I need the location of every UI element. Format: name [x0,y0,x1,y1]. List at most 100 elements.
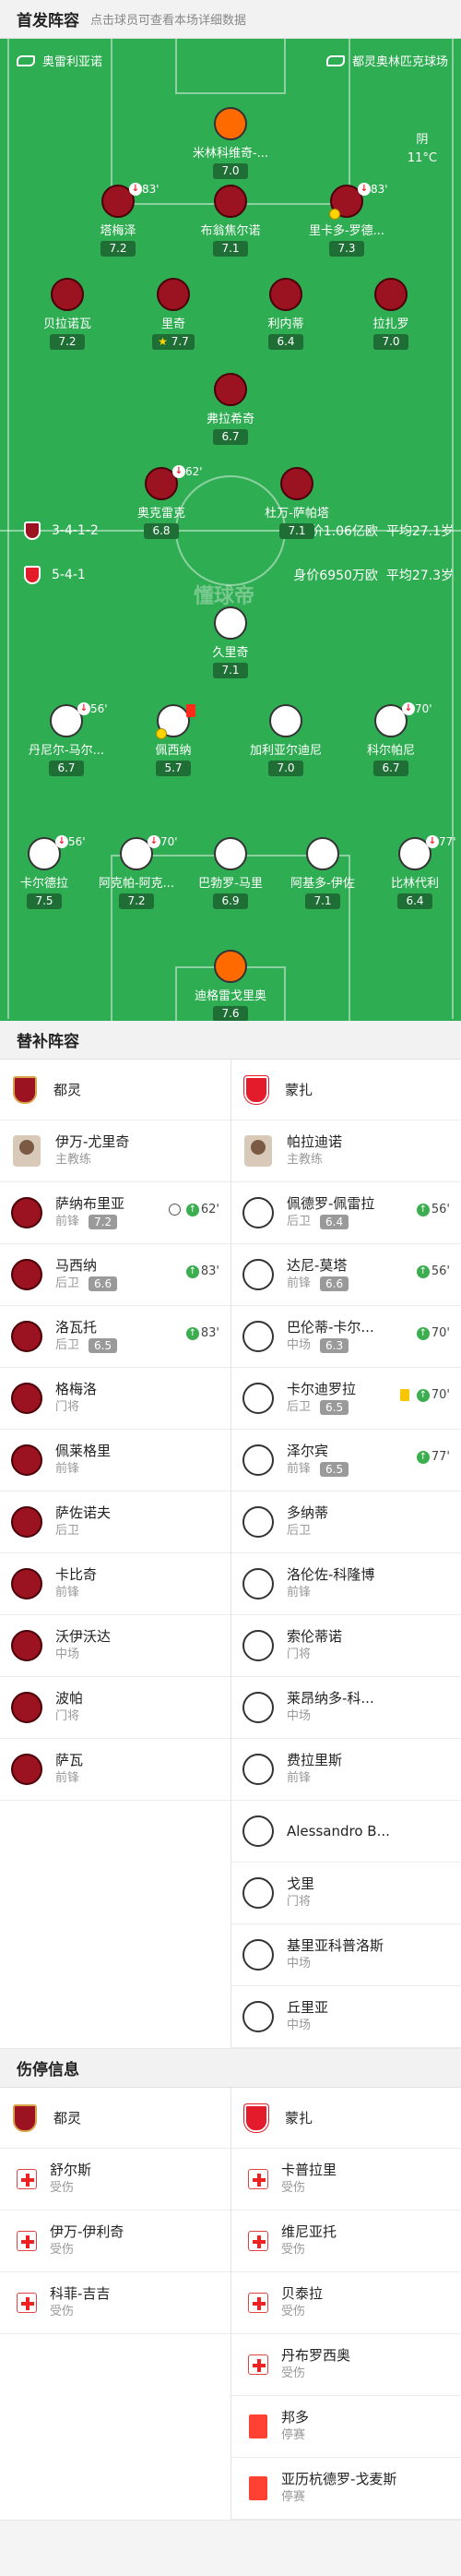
coach-row[interactable]: 伊万-尤里奇 主教练 [0,1120,230,1182]
sub-minute: 70' [431,1326,450,1340]
injury-row[interactable]: 贝泰拉 受伤 [231,2272,461,2334]
sub-minute: 83' [200,1326,219,1340]
player-position: 门将 [55,1398,97,1417]
empty-cell [0,1801,230,1863]
injury-status: 受伤 [50,2305,75,2318]
player-kit-icon [242,1754,274,1785]
player-name: 洛瓦托 [55,1319,98,1336]
sub-player-row[interactable]: 泽尔宾 前锋 6.5 ↑ 77' [231,1430,461,1492]
injury-row[interactable]: 丹布罗西奥 受伤 [231,2334,461,2396]
injury-row[interactable]: 舒尔斯 受伤 [0,2149,230,2211]
player-name: 弗拉希奇 [206,413,254,426]
pitch-player[interactable]: ↓ 77' 比林代利 6.4 [364,835,461,909]
pitch-player[interactable]: ↓ 70' 阿克帕-阿克... 7.2 [86,835,187,909]
injury-row[interactable]: 邦多 停赛 [231,2396,461,2458]
pitch-player[interactable]: 杜万-萨帕塔 7.1 [246,467,348,539]
player-name: 利内蒂 [267,318,304,331]
player-kit-icon [374,278,408,311]
pitch-player[interactable]: 拉扎罗 7.0 [340,278,442,350]
sub-player-row[interactable]: 卡比奇 前锋 [0,1553,230,1615]
temperature-text: 11°C [407,151,437,165]
sub-player-row[interactable]: 波帕 门将 [0,1677,230,1739]
pitch-player[interactable]: ↓ 70' 科尔帕尼 6.7 [340,702,442,776]
team-row[interactable]: 都灵 [0,1060,230,1120]
sub-player-row[interactable]: Alessandro B... [231,1801,461,1863]
sub-on-icon: ↑ [416,1326,430,1340]
pitch-player[interactable]: ↓ 83' 里卡多-罗德... 7.3 [296,183,397,257]
team-row[interactable]: 蒙扎 [231,1060,461,1120]
position-text: 前锋 [287,1771,312,1785]
pitch-player[interactable]: 弗拉希奇 6.7 [180,373,281,445]
injury-status: 受伤 [281,2243,306,2257]
sub-player-row[interactable]: 格梅洛 门将 [0,1368,230,1430]
sub-player-row[interactable]: 基里亚科普洛斯 中场 [231,1924,461,1986]
sub-minute: 83' [371,183,388,196]
sub-player-row[interactable]: 萨佐诺夫 后卫 [0,1492,230,1553]
player-kit-icon [306,837,339,870]
player-kit-icon [269,704,302,737]
coach-row[interactable]: 帕拉迪诺 主教练 [231,1120,461,1182]
pitch-player[interactable]: 迪格雷戈里奥 7.6 [180,950,281,1021]
pitch-player[interactable]: 米林科维奇-... 7.0 [180,107,281,179]
coach-role: 主教练 [55,1153,92,1167]
sub-player-row[interactable]: 丘里亚 中场 [231,1986,461,2048]
sub-on-icon: ↑ [416,1388,430,1402]
sub-player-row[interactable]: 卡尔迪罗拉 后卫 6.5 ↑ 70' [231,1368,461,1430]
monza-logo-icon [244,1075,268,1104]
pitch-player[interactable]: ↓ 56' 丹尼尔-马尔... 6.7 [16,702,117,776]
sub-player-row[interactable]: 戈里 门将 [231,1863,461,1924]
sub-player-row[interactable]: 萨纳布里亚 前锋 7.2 ↑ 62' [0,1182,230,1244]
sub-player-row[interactable]: 洛伦佐-科隆博 前锋 [231,1553,461,1615]
injury-row[interactable]: 维尼亚托 受伤 [231,2211,461,2272]
sub-minute: 56' [68,835,86,848]
player-kit-icon: ↓ 77' [398,835,456,870]
player-rating: 7.0 [213,163,248,179]
sub-player-row[interactable]: 莱昂纳多-科... 中场 [231,1677,461,1739]
pitch-player[interactable]: 久里奇 7.1 [180,606,281,678]
team-name: 都灵 [53,1081,82,1098]
subs-left-column: 都灵 伊万-尤里奇 主教练 萨纳布里亚 前锋 7.2 ↑ 62' 马西纳 后卫 6.6 ↑ 83' 洛… [0,1060,230,2048]
bottom-team-value: 身价6950万欧 平均27.3岁 [293,566,454,584]
player-kit-icon [242,1197,274,1228]
position-text: 中场 [287,1338,312,1352]
sub-player-row[interactable]: 洛瓦托 后卫 6.5 ↑ 83' [0,1306,230,1368]
sub-player-row[interactable]: 费拉里斯 前锋 [231,1739,461,1801]
torino-logo-icon [13,1075,37,1104]
position-text: 后卫 [55,1338,80,1352]
team-row[interactable]: 都灵 [0,2088,230,2149]
player-kit-icon [242,1259,274,1290]
sub-player-row[interactable]: 沃伊沃达 中场 [0,1615,230,1677]
player-position: 中场 [287,1955,384,1973]
position-text: 前锋 [287,1276,312,1290]
pitch-player[interactable]: 阿基多-伊佐 7.1 [272,837,373,909]
sub-player-row[interactable]: 佩德罗-佩雷拉 后卫 6.4 ↑ 56' [231,1182,461,1244]
injury-row[interactable]: 伊万-伊利奇 受伤 [0,2211,230,2272]
sub-player-row[interactable]: 佩莱格里 前锋 [0,1430,230,1492]
pitch-player[interactable]: 布翁焦尔诺 7.1 [180,185,281,257]
yellow-card-icon [156,728,167,739]
injury-row[interactable]: 卡普拉里 受伤 [231,2149,461,2211]
sub-player-row[interactable]: 巴伦蒂-卡尔... 中场 6.3 ↑ 70' [231,1306,461,1368]
pitch-player[interactable]: 里奇 ★ 7.7 [123,278,224,350]
sub-player-row[interactable]: 马西纳 后卫 6.6 ↑ 83' [0,1244,230,1306]
player-position: 前锋 7.2 [55,1213,124,1231]
red-card-icon [186,704,195,717]
sub-player-row[interactable]: 多纳蒂 后卫 [231,1492,461,1553]
sub-player-row[interactable]: 索伦蒂诺 门将 [231,1615,461,1677]
pitch-player[interactable]: 利内蒂 6.4 [235,278,337,350]
injury-row[interactable]: 亚历杭德罗-戈麦斯 停赛 [231,2458,461,2520]
yellow-card-icon [399,1389,409,1401]
pitch-player[interactable]: 贝拉诺瓦 7.2 [17,278,118,350]
pitch-player[interactable]: ↓ 83' 塔梅泽 7.2 [67,183,169,257]
pitch-player[interactable]: ↓ 62' 奥克雷克 6.8 [111,465,212,539]
sub-player-row[interactable]: 萨瓦 前锋 [0,1739,230,1801]
sub-on-icon: ↑ [416,1264,430,1278]
pitch-player[interactable]: 加利亚尔迪尼 7.0 [235,704,337,776]
pitch-player[interactable]: 巴勃罗-马里 6.9 [180,837,281,909]
team-row[interactable]: 蒙扎 [231,2088,461,2149]
pitch-player[interactable]: ↓ 56' 卡尔德拉 7.5 [0,835,95,909]
player-position: 中场 6.3 [287,1336,374,1355]
injury-row[interactable]: 科菲-吉吉 受伤 [0,2272,230,2334]
sub-player-row[interactable]: 达尼-莫塔 前锋 6.6 ↑ 56' [231,1244,461,1306]
pitch-player[interactable]: 佩西纳 5.7 [123,704,224,776]
